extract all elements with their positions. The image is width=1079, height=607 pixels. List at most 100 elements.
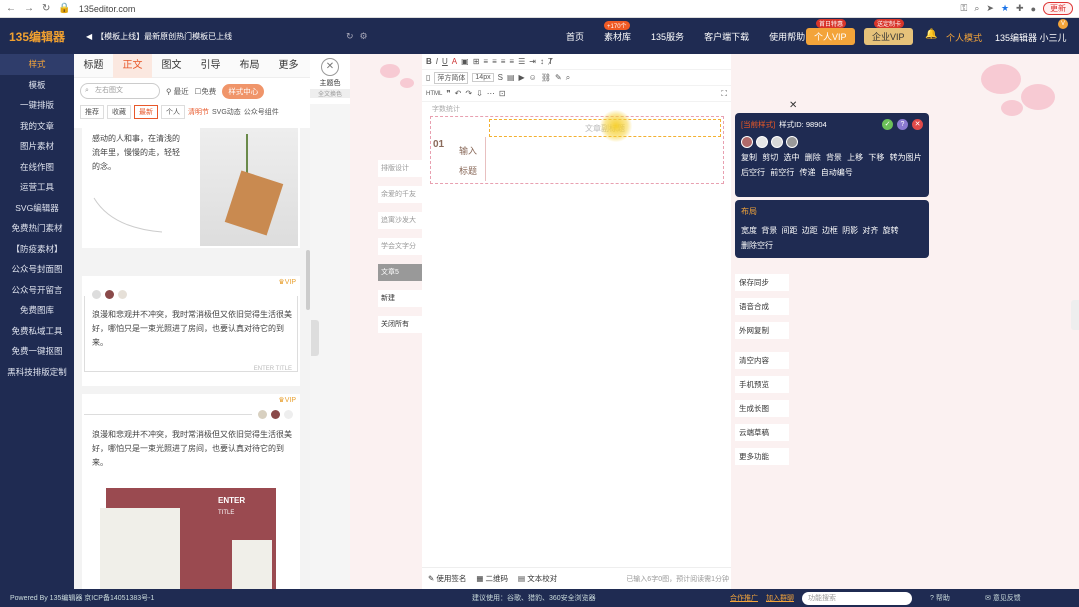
sidebar-item-4[interactable]: 图片素材 [0,136,74,157]
align-left-icon[interactable]: ≡ [483,57,488,66]
underline-icon[interactable]: U [442,57,448,66]
nav-item-1[interactable]: +170个 素材库 [594,20,641,43]
notice-controls[interactable]: ↻⚙ [346,31,374,42]
font-select[interactable]: 萍方简体 [434,71,469,84]
document-item-2[interactable]: 追寓沙发大 [378,212,422,229]
layout-action-7[interactable]: 旋转 [883,226,899,235]
sidebar-item-14[interactable]: 免费一键抠图 [0,341,74,362]
justify-icon[interactable]: ≡ [509,57,514,66]
emoji-icon[interactable]: ☺ [529,73,537,82]
sidebar-item-1[interactable]: 模板 [0,75,74,96]
function-search-input[interactable]: 功能搜索 [802,591,912,605]
proofread-button[interactable]: ▤ 文本校对 [518,573,557,584]
layout-action-3[interactable]: 边距 [802,226,818,235]
panel-collapse-handle[interactable] [311,320,319,356]
document-item-3[interactable]: 学会文字分 [378,238,422,255]
share-icon[interactable]: ➤ [986,3,994,14]
notice[interactable]: ◀ 【模板上线】最新原创热门模板已上线 [86,31,286,42]
document-item-6[interactable]: 关闭所有 [378,316,422,333]
sidebar-item-2[interactable]: 一键排版 [0,95,74,116]
sidebar-item-12[interactable]: 免费图库 [0,300,74,321]
link-icon[interactable]: ⛓ [541,73,551,82]
enterprise-vip-button[interactable]: 送定制卡 企业VIP [864,19,913,45]
document-item-0[interactable]: 排版设计 [378,160,422,177]
sidebar-item-8[interactable]: 免费热门素材 [0,218,74,239]
color-swatch[interactable] [741,136,753,148]
tab-5[interactable]: 更多 [269,54,308,78]
fullscreen-icon[interactable]: ⛶ [721,89,731,99]
indent-icon[interactable]: ⇥ [529,57,536,66]
style-card[interactable]: 感动的人和事，在清浅的流年里，慢慢的走，轻轻的念。 [82,128,300,248]
image-icon[interactable]: ▤ [507,73,515,82]
feedback-link[interactable]: ✉ 意见反馈 [985,593,1021,603]
font-color-icon[interactable]: A [452,57,457,66]
toolbox-action2-3[interactable]: 自动编号 [821,168,853,177]
toolbox-action-3[interactable]: 删除 [805,153,821,162]
function-button-7[interactable]: 更多功能 [735,448,789,465]
layout-action-2[interactable]: 间距 [781,226,797,235]
filter-3[interactable]: 个人 [161,105,185,119]
close-icon[interactable]: ✕ [789,100,797,111]
style-search-input[interactable]: 左右图文 [80,83,160,99]
sidebar-item-5[interactable]: 在线作图 [0,157,74,178]
style-block[interactable]: 文章副标题 01 输入标题 [430,116,724,184]
function-button-4[interactable]: 手机预览 [735,376,789,393]
filter-0[interactable]: 推荐 [80,105,104,119]
check-icon[interactable]: ✓ [882,119,893,130]
function-button-2[interactable]: 外网复制 [735,322,789,339]
coop-link[interactable]: 合作推广 [730,593,758,603]
sidebar-item-15[interactable]: 黑科技排版定制 [0,362,74,383]
tab-4[interactable]: 布局 [230,54,269,78]
update-button[interactable]: 更新 [1043,2,1073,15]
layout-action-1[interactable]: 背景 [761,226,777,235]
undo-icon[interactable]: ↶ [455,89,462,98]
clear-format-icon[interactable]: Ⱦ [548,57,553,66]
filter-1[interactable]: 收藏 [107,105,131,119]
sidebar-item-9[interactable]: 【防疫素材】 [0,239,74,260]
import-icon[interactable]: ⇩ [476,89,483,98]
style-card[interactable]: ♛VIP 浪漫和悲观并不冲突，我时常消极但又依旧觉得生活很美好，哪怕只是一束光照… [82,276,300,386]
sidebar-item-10[interactable]: 公众号封面图 [0,259,74,280]
tab-0[interactable]: 标题 [74,54,113,78]
sidebar-item-13[interactable]: 免费私域工具 [0,321,74,342]
sidebar-item-6[interactable]: 运营工具 [0,177,74,198]
tab-3[interactable]: 引导 [191,54,230,78]
tab-2[interactable]: 图文 [152,54,191,78]
forward-icon[interactable]: → [24,3,34,14]
mode-switch[interactable]: 个人模式 [946,31,982,44]
quote-icon[interactable]: ❞ [446,89,450,98]
list-icon[interactable]: ☰ [518,57,525,66]
zoom-icon[interactable]: ⌕ [974,3,979,14]
sidebar-item-7[interactable]: SVG编辑器 [0,198,74,219]
toolbox-action-2[interactable]: 选中 [783,153,799,162]
panel-scrollbar[interactable] [306,250,310,310]
filter-link-0[interactable]: 清明节 [188,107,209,117]
brush-icon[interactable]: ✎ [555,73,562,82]
profile-icon[interactable]: ● [1031,4,1036,14]
align-center-icon[interactable]: ≡ [492,57,497,66]
strike-icon[interactable]: S [498,73,503,82]
settings-icon[interactable]: ⚙ [360,31,374,41]
format-icon[interactable]: ⊡ [499,89,506,98]
document-item-1[interactable]: 余爱的千友 [378,186,422,203]
toolbox-action2-0[interactable]: 后空行 [741,168,765,177]
reload-icon[interactable]: ↻ [42,3,50,14]
layout-action-6[interactable]: 对齐 [862,226,878,235]
align-right-icon[interactable]: ≡ [501,57,506,66]
user-name[interactable]: 135编辑器 小三儿 [995,31,1067,44]
more-icon[interactable]: ⋯ [487,89,495,98]
layout-action-4[interactable]: 边框 [822,226,838,235]
layout-action2-0[interactable]: 删除空行 [741,241,773,250]
logo[interactable]: 135编辑器 [0,28,74,45]
style-center-button[interactable]: 样式中心 [222,83,265,99]
recent-button[interactable]: ⚲ 最近 [166,86,189,97]
filter-2[interactable]: 最新 [134,105,158,119]
personal-vip-button[interactable]: 首日特惠 个人VIP [806,19,855,45]
nav-item-0[interactable]: 首页 [556,30,594,43]
sidebar-item-11[interactable]: 公众号开留言 [0,280,74,301]
highlight-icon[interactable]: ▣ [461,57,469,66]
style-card[interactable]: ♛VIP 浪漫和悲观并不冲突，我时常消极但又依旧觉得生活很美好，哪怕只是一束光照… [82,394,300,589]
nav-item-2[interactable]: 135服务 [641,30,694,43]
line-height-icon[interactable]: ↕ [540,57,544,66]
title-input[interactable]: 输入标题 [455,141,481,181]
